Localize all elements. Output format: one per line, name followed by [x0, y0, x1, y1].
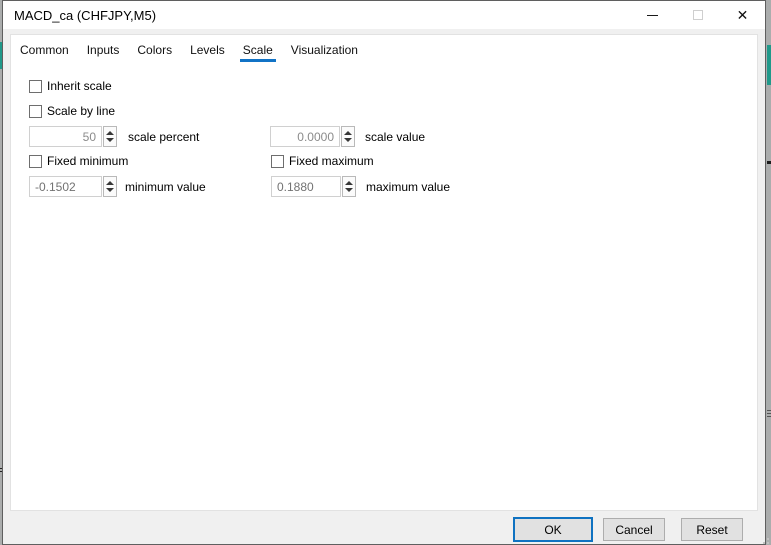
tab-page-panel: Common Inputs Colors Levels Scale Visual… [10, 34, 758, 511]
tab-visualization[interactable]: Visualization [288, 43, 361, 62]
maximize-button [675, 1, 720, 29]
maximize-icon [692, 10, 703, 20]
inherit-scale-row: Inherit scale [29, 79, 112, 93]
spinner-down-icon[interactable] [345, 188, 353, 192]
titlebar: MACD_ca (CHFJPY,M5) ✕ [3, 1, 765, 29]
fixed-minimum-checkbox[interactable] [29, 154, 42, 168]
tab-inputs[interactable]: Inputs [84, 43, 123, 62]
scale-percent-group: scale percent [29, 126, 199, 147]
window-title: MACD_ca (CHFJPY,M5) [14, 8, 157, 23]
spinner-up-icon[interactable] [345, 181, 353, 185]
fixed-maximum-row: Fixed maximum [271, 154, 374, 168]
inherit-scale-label: Inherit scale [47, 79, 112, 93]
fixed-maximum-checkbox[interactable] [271, 154, 284, 168]
spinner-down-icon[interactable] [106, 188, 114, 192]
tab-colors[interactable]: Colors [134, 43, 175, 62]
inherit-scale-checkbox[interactable] [29, 79, 42, 93]
scale-by-line-checkbox[interactable] [29, 104, 42, 118]
minimize-icon [647, 14, 658, 16]
spinner-down-icon[interactable] [106, 138, 114, 142]
scale-value-label: scale value [365, 129, 426, 144]
fixed-minimum-label: Fixed minimum [47, 154, 129, 168]
minimum-value-label: minimum value [125, 179, 206, 194]
minimum-value-spinner[interactable] [103, 176, 117, 197]
tab-bar: Common Inputs Colors Levels Scale Visual… [11, 35, 757, 62]
background-teal-right [767, 45, 771, 85]
scale-percent-spinner[interactable] [103, 126, 117, 147]
background-mark-right-2 [767, 410, 771, 411]
indicator-properties-dialog: MACD_ca (CHFJPY,M5) ✕ Common Inputs Colo… [2, 0, 766, 545]
tab-common[interactable]: Common [17, 43, 72, 62]
scale-value-group: scale value [270, 126, 425, 147]
cancel-button[interactable]: Cancel [603, 518, 665, 541]
scale-percent-input[interactable] [29, 126, 102, 147]
minimize-button[interactable] [630, 1, 675, 29]
resize-grip-icon[interactable] [759, 538, 761, 540]
background-mark-right [767, 161, 771, 164]
minimum-value-input[interactable] [29, 176, 102, 197]
fixed-minimum-row: Fixed minimum [29, 154, 128, 168]
minimum-value-group: minimum value [29, 176, 206, 197]
ok-button[interactable]: OK [513, 517, 593, 542]
close-icon: ✕ [736, 7, 749, 23]
scale-by-line-row: Scale by line [29, 104, 115, 118]
spinner-up-icon[interactable] [106, 131, 114, 135]
spinner-up-icon[interactable] [106, 181, 114, 185]
window-controls: ✕ [630, 1, 765, 29]
scale-by-line-label: Scale by line [47, 104, 116, 118]
maximum-value-spinner[interactable] [342, 176, 356, 197]
fixed-maximum-label: Fixed maximum [289, 154, 374, 168]
reset-button[interactable]: Reset [681, 518, 743, 541]
spinner-up-icon[interactable] [344, 131, 352, 135]
spinner-down-icon[interactable] [344, 138, 352, 142]
maximum-value-group: maximum value [271, 176, 450, 197]
maximum-value-label: maximum value [366, 179, 451, 194]
tab-levels[interactable]: Levels [187, 43, 228, 62]
close-button[interactable]: ✕ [720, 1, 765, 29]
scale-percent-label: scale percent [128, 129, 200, 144]
scale-value-input[interactable] [270, 126, 340, 147]
scale-value-spinner[interactable] [341, 126, 355, 147]
maximum-value-input[interactable] [271, 176, 341, 197]
tab-scale[interactable]: Scale [239, 43, 276, 62]
